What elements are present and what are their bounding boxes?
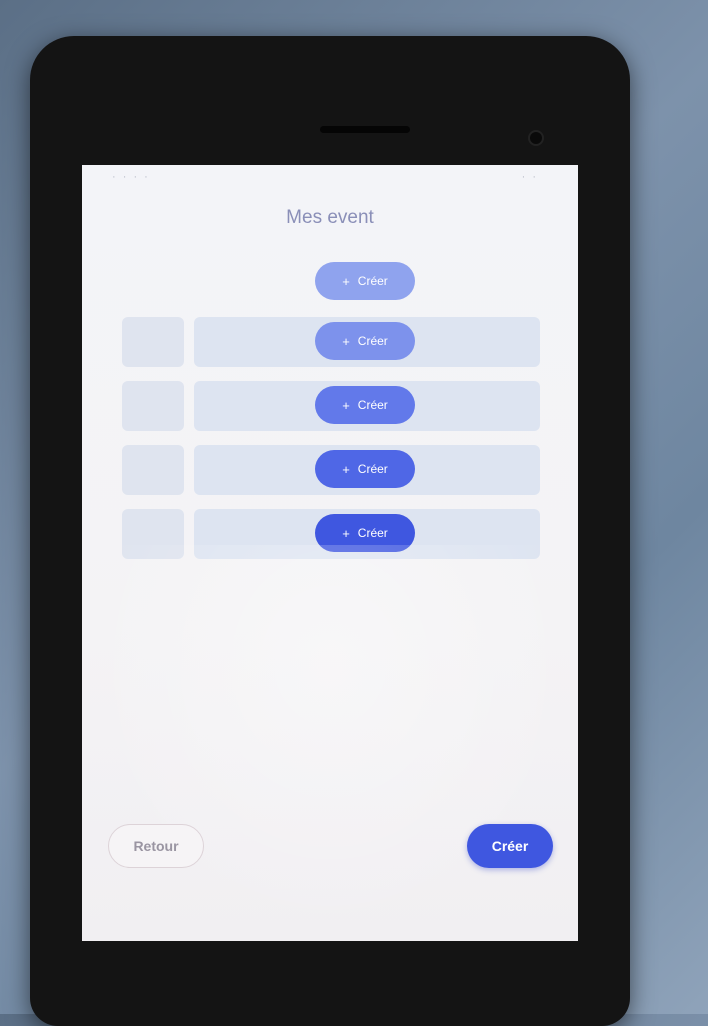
plus-icon: + [342, 273, 350, 289]
plus-icon: + [342, 461, 350, 477]
event-row: + Créer [82, 381, 578, 431]
create-event-button-label: Créer [357, 398, 388, 412]
plus-icon: + [342, 397, 350, 413]
create-button[interactable]: Créer [467, 824, 553, 868]
create-event-button-label: Créer [357, 334, 388, 348]
create-event-button[interactable]: + Créer [315, 450, 415, 488]
status-icons-left: · · · · [112, 171, 150, 183]
create-event-button-label: Créer [357, 462, 388, 476]
event-row: + Créer [82, 445, 578, 495]
event-thumbnail [122, 509, 184, 559]
create-event-button-label: Créer [357, 526, 388, 540]
create-event-button[interactable]: + Créer [315, 262, 415, 300]
event-row: + Créer [82, 257, 578, 307]
front-camera [530, 132, 542, 144]
page-title: Mes event [286, 207, 374, 228]
event-thumbnail [122, 445, 184, 495]
status-icons-right: · · [521, 171, 538, 183]
plus-icon: + [342, 525, 350, 541]
plus-icon: + [342, 333, 350, 349]
back-button[interactable]: Retour [108, 824, 204, 868]
create-event-button[interactable]: + Créer [315, 322, 415, 360]
create-event-button[interactable]: + Créer [315, 386, 415, 424]
event-thumbnail [122, 381, 184, 431]
screen-glare [82, 545, 578, 941]
speaker-grille [320, 126, 410, 133]
event-row: + Créer [82, 509, 578, 559]
create-event-button[interactable]: + Créer [315, 514, 415, 552]
event-thumbnail [122, 317, 184, 367]
status-bar: · · · · · · [82, 165, 578, 189]
event-row: + Créer [82, 317, 578, 367]
app-screen: · · · · · · Mes event + Créer + Créer + … [82, 165, 578, 941]
create-event-button-label: Créer [357, 274, 388, 288]
